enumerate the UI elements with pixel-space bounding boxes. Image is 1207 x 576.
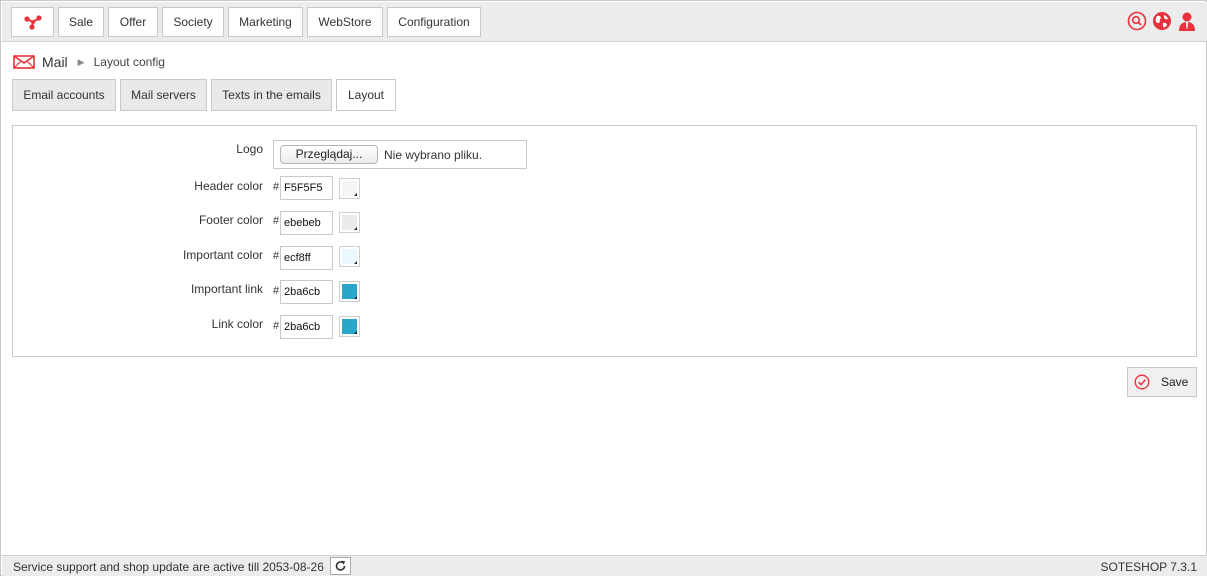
hash-prefix: # [273,320,280,332]
important-color-preview [342,249,357,264]
refresh-icon [335,560,346,571]
status-footer: Service support and shop update are acti… [2,555,1207,576]
search-icon[interactable] [1127,11,1147,31]
nav-society[interactable]: Society [162,7,224,37]
save-button[interactable]: Save [1127,367,1197,397]
link-color-label: Link color [211,317,263,331]
footer-color-input[interactable] [280,211,333,235]
mail-envelope-icon [13,55,35,69]
important-color-swatch[interactable] [339,246,360,267]
top-navigation-bar: Sale Offer Society Marketing WebStore Co… [2,2,1207,42]
app-window: Sale Offer Society Marketing WebStore Co… [0,0,1207,576]
brand-logo-icon [23,15,42,30]
refresh-button[interactable] [330,557,351,575]
nav-offer[interactable]: Offer [108,7,158,37]
hash-prefix: # [273,181,280,193]
footer-color-label: Footer color [198,213,263,227]
hash-prefix: # [273,215,280,227]
header-color-preview [342,181,357,196]
hash-prefix: # [273,250,280,262]
header-color-swatch[interactable] [339,178,360,199]
tab-texts-in-emails[interactable]: Texts in the emails [211,79,332,111]
link-color-swatch[interactable] [339,316,360,337]
support-status-text: Service support and shop update are acti… [13,560,324,574]
file-status-text: Nie wybrano pliku. [384,148,483,162]
footer-color-swatch[interactable] [339,212,360,233]
important-link-label: Important link [190,282,263,296]
important-link-swatch[interactable] [339,281,360,302]
breadcrumb-current: Layout config [93,55,165,69]
logo-label: Logo [236,142,263,156]
top-right-icons [1127,11,1197,31]
nav-marketing[interactable]: Marketing [228,7,303,37]
link-color-input[interactable] [280,315,333,339]
important-link-input[interactable] [280,280,333,304]
tab-mail-servers[interactable]: Mail servers [120,79,207,111]
logo-file-input[interactable]: Przeglądaj... Nie wybrano pliku. [273,140,527,169]
breadcrumb-mail-link[interactable]: Mail [42,54,68,70]
tab-email-accounts[interactable]: Email accounts [12,79,116,111]
globe-icon[interactable] [1152,11,1172,31]
hash-prefix: # [273,285,280,297]
footer-color-preview [342,215,357,230]
nav-sale[interactable]: Sale [58,7,104,37]
nav-webstore[interactable]: WebStore [307,7,383,37]
tab-layout[interactable]: Layout [336,79,396,111]
nav-configuration[interactable]: Configuration [387,7,481,37]
save-label: Save [1161,375,1189,389]
link-color-preview [342,319,357,334]
important-link-preview [342,284,357,299]
version-text: SOTESHOP 7.3.1 [1100,560,1198,574]
header-color-input[interactable] [280,176,333,200]
important-color-label: Important color [182,248,263,262]
layout-config-panel: Logo Przeglądaj... Nie wybrano pliku. He… [12,125,1197,357]
home-logo-button[interactable] [11,7,54,37]
user-icon[interactable] [1177,11,1197,31]
breadcrumb: Mail ▶ Layout config [13,53,165,71]
important-color-input[interactable] [280,246,333,270]
check-circle-icon [1134,374,1150,390]
header-color-label: Header color [194,179,263,193]
breadcrumb-separator-icon: ▶ [77,56,85,67]
browse-file-button[interactable]: Przeglądaj... [280,145,378,164]
